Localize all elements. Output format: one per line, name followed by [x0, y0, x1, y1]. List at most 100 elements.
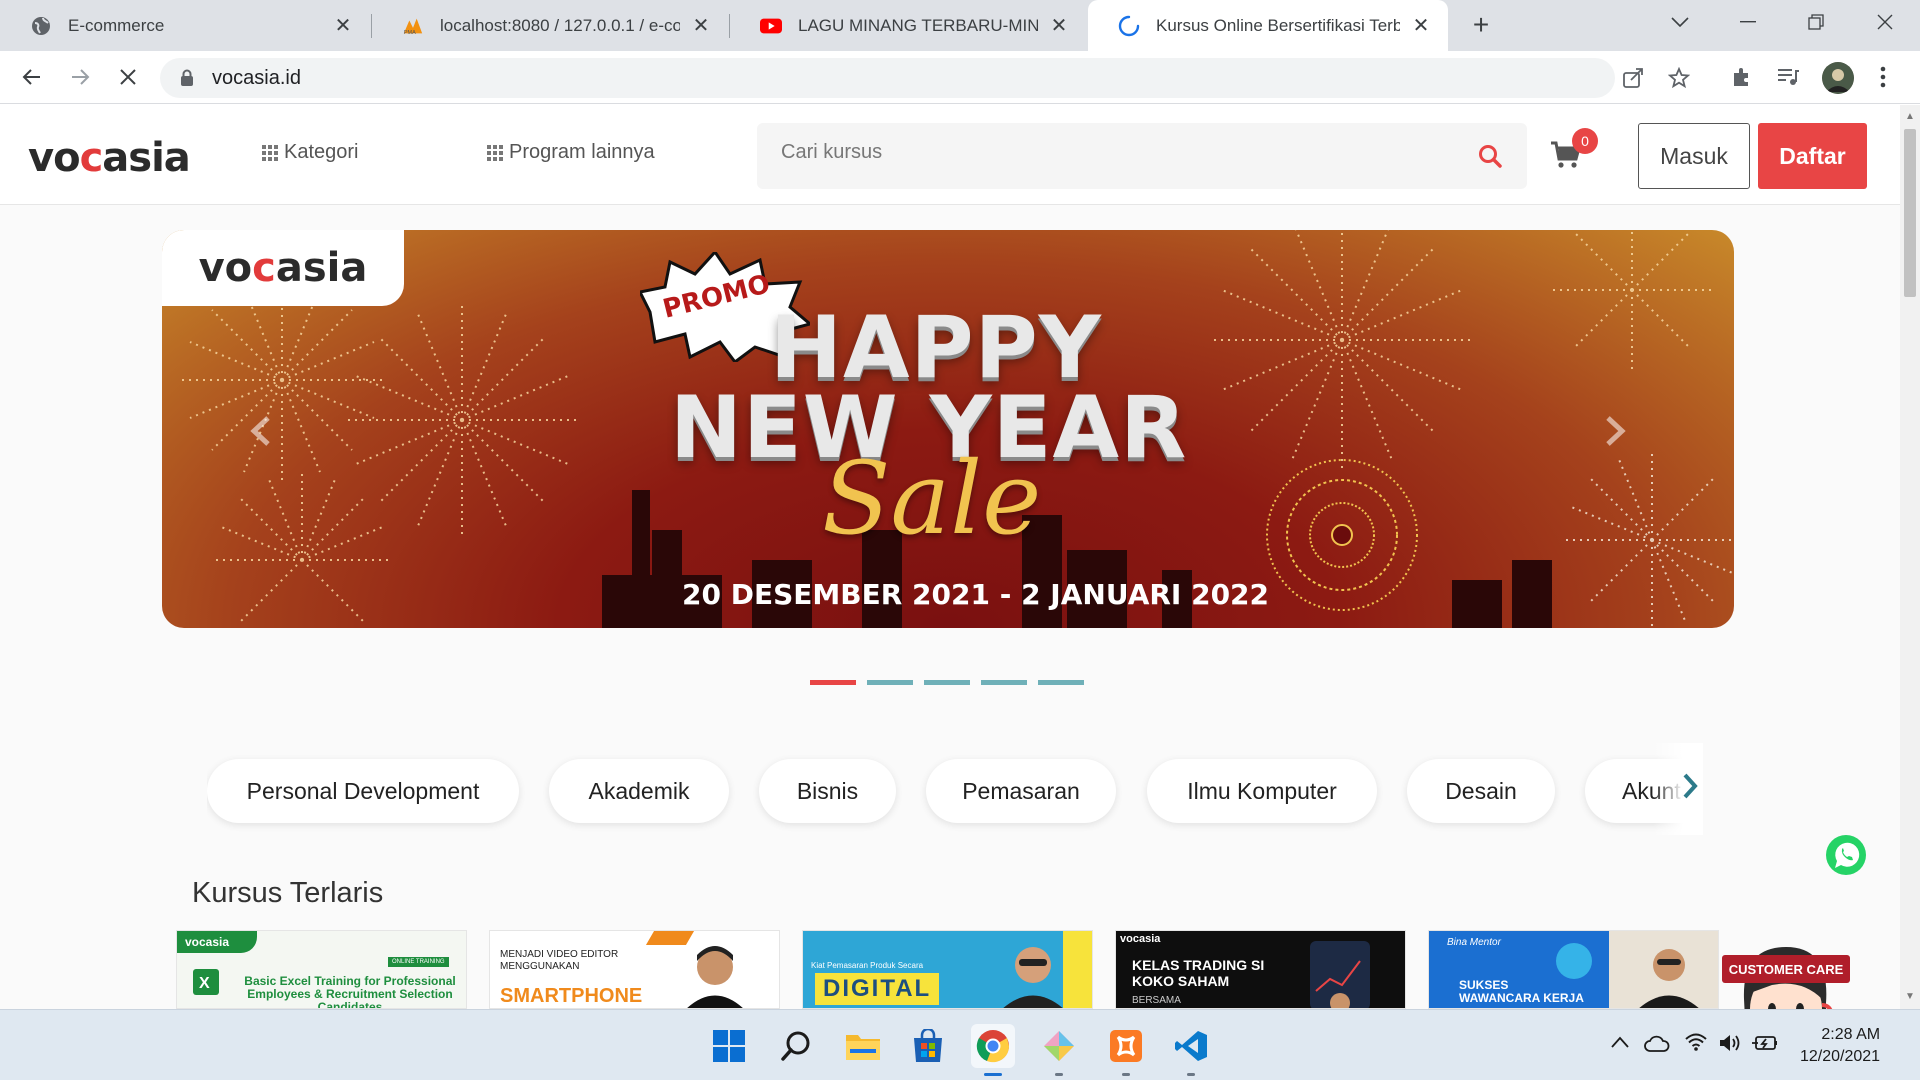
- course-card[interactable]: MENJADI VIDEO EDITOR MENGGUNAKAN SMARTPH…: [489, 930, 780, 1009]
- avatar-icon: [1822, 62, 1854, 94]
- running-indicator: [1187, 1073, 1195, 1076]
- running-indicator: [984, 1073, 1002, 1076]
- course-title: SMARTPHONE: [500, 985, 643, 1007]
- tab-title: localhost:8080 / 127.0.0.1 / e-con: [440, 15, 680, 35]
- whatsapp-icon[interactable]: [1825, 834, 1867, 876]
- login-button[interactable]: Masuk: [1638, 123, 1750, 189]
- tab-youtube[interactable]: LAGU MINANG TERBARU-MINYA ✕: [730, 0, 1086, 51]
- share-icon[interactable]: [1622, 67, 1644, 89]
- carousel-dot[interactable]: [867, 680, 913, 685]
- course-card[interactable]: Kiat Pemasaran Produk Secara DIGITAL: [802, 930, 1093, 1009]
- category-akademik[interactable]: Akademik: [549, 759, 729, 823]
- tab-phpmyadmin[interactable]: PMA localhost:8080 / 127.0.0.1 / e-con ✕: [372, 0, 728, 51]
- file-explorer-button[interactable]: [841, 1024, 885, 1068]
- excel-icon: X: [193, 969, 219, 995]
- svg-text:X: X: [199, 975, 210, 992]
- tab-ecommerce[interactable]: E-commerce ✕: [0, 0, 370, 51]
- course-brand: vocasia: [1120, 933, 1161, 945]
- volume-icon[interactable]: [1718, 1033, 1742, 1053]
- category-bisnis[interactable]: Bisnis: [759, 759, 896, 823]
- carousel-dot[interactable]: [1038, 680, 1084, 685]
- trading-chart-icon: [1310, 941, 1370, 1008]
- category-pemasaran[interactable]: Pemasaran: [926, 759, 1116, 823]
- cart-count-badge: 0: [1572, 128, 1598, 154]
- chevron-up-icon[interactable]: [1611, 1036, 1629, 1048]
- search-box: [757, 123, 1527, 189]
- logo-part: asia: [275, 245, 368, 291]
- search-button[interactable]: [774, 1024, 818, 1068]
- course-card[interactable]: Bina Mentor SUKSES WAWANCARA KERJA: [1428, 930, 1719, 1009]
- clock-time: 2:28 AM: [1821, 1026, 1881, 1043]
- scroll-thumb[interactable]: [1904, 129, 1916, 297]
- course-card[interactable]: vocasia KELAS TRADING SI KOKO SAHAM BERS…: [1115, 930, 1406, 1009]
- course-title: Basic Excel Training for Professional Em…: [244, 974, 456, 1009]
- puzzle-icon[interactable]: [1730, 65, 1754, 89]
- back-button[interactable]: [14, 59, 50, 95]
- course-title: KELAS TRADING SI KOKO SAHAM: [1132, 957, 1265, 989]
- close-icon[interactable]: ✕: [690, 15, 712, 37]
- category-ilmu-komputer[interactable]: Ilmu Komputer: [1147, 759, 1377, 823]
- course-title: DIGITAL: [815, 973, 940, 1005]
- instructor-photo: [1003, 947, 1063, 1008]
- search-input[interactable]: [781, 141, 1381, 164]
- carousel-dot[interactable]: [810, 680, 856, 685]
- carousel-dot[interactable]: [981, 680, 1027, 685]
- chrome-button[interactable]: [971, 1024, 1015, 1068]
- close-window-button[interactable]: [1850, 0, 1920, 44]
- minimize-button[interactable]: [1713, 0, 1783, 44]
- stop-button[interactable]: [110, 59, 146, 95]
- nav-program-lainnya[interactable]: Program lainnya: [487, 141, 655, 164]
- media-queue-icon[interactable]: [1776, 65, 1800, 89]
- xampp-button[interactable]: [1104, 1024, 1148, 1068]
- chevron-right-icon[interactable]: [1604, 416, 1626, 446]
- chevron-left-icon[interactable]: [250, 416, 272, 446]
- start-button[interactable]: [707, 1024, 751, 1068]
- battery-charging-icon[interactable]: [1752, 1034, 1778, 1052]
- microsoft-store-button[interactable]: [906, 1024, 950, 1068]
- arrow-left-icon: [22, 69, 40, 85]
- menu-dots-icon[interactable]: [1880, 65, 1886, 89]
- chevron-right-icon[interactable]: [1682, 773, 1698, 799]
- close-icon[interactable]: ✕: [1048, 15, 1070, 37]
- onedrive-cloud-icon[interactable]: [1644, 1034, 1670, 1052]
- star-icon[interactable]: [1668, 67, 1690, 89]
- close-icon[interactable]: ✕: [332, 15, 354, 37]
- svg-text:PMA: PMA: [404, 30, 416, 36]
- carousel-dot[interactable]: [924, 680, 970, 685]
- scroll-down-icon[interactable]: ▼: [1905, 991, 1915, 1002]
- course-card[interactable]: vocasia ONLINE TRAINING X Basic Excel Tr…: [176, 930, 467, 1009]
- tab-search-button[interactable]: [1645, 0, 1715, 44]
- vscode-button[interactable]: [1169, 1024, 1213, 1068]
- tab-vocasia[interactable]: Kursus Online Bersertifikasi Terba ✕: [1088, 0, 1448, 51]
- section-title: Kursus Terlaris: [192, 877, 384, 909]
- minimize-icon: [1740, 21, 1756, 23]
- git-app-button[interactable]: [1037, 1024, 1081, 1068]
- scroll-up-icon[interactable]: ▲: [1905, 111, 1915, 122]
- search-icon[interactable]: [1477, 143, 1503, 169]
- address-bar[interactable]: vocasia.id: [160, 58, 1690, 98]
- page-scrollbar[interactable]: ▲ ▼: [1900, 105, 1920, 1009]
- category-personal-development[interactable]: Personal Development: [207, 759, 519, 823]
- logo-part: c: [79, 135, 104, 181]
- course-brand: Bina Mentor: [1447, 937, 1501, 948]
- wifi-icon[interactable]: [1684, 1032, 1708, 1052]
- new-tab-button[interactable]: +: [1466, 9, 1496, 40]
- customer-care-label[interactable]: CUSTOMER CARE: [1722, 955, 1850, 983]
- forward-button[interactable]: [62, 59, 98, 95]
- vocasia-logo[interactable]: vocasia: [28, 135, 191, 181]
- nav-program-label: Program lainnya: [509, 141, 655, 163]
- system-clock[interactable]: 2:28 AM 12/20/2021: [1800, 1024, 1880, 1068]
- restore-button[interactable]: [1781, 0, 1851, 44]
- banner-headline-3: Sale: [822, 440, 1042, 557]
- nav-kategori-label: Kategori: [284, 141, 359, 163]
- running-indicator: [1122, 1073, 1130, 1076]
- register-button[interactable]: Daftar: [1758, 123, 1867, 189]
- close-icon[interactable]: ✕: [1410, 15, 1432, 37]
- profile-avatar[interactable]: [1822, 62, 1854, 94]
- nav-kategori[interactable]: Kategori: [262, 141, 359, 164]
- instructor-photo: [687, 946, 743, 1008]
- category-desain[interactable]: Desain: [1407, 759, 1555, 823]
- carousel-indicators: [810, 680, 1084, 685]
- promo-banner[interactable]: vo c asia PROMO HAPPY NEW YEAR Sale 20 DES…: [162, 230, 1734, 628]
- cart-button[interactable]: 0: [1550, 128, 1598, 169]
